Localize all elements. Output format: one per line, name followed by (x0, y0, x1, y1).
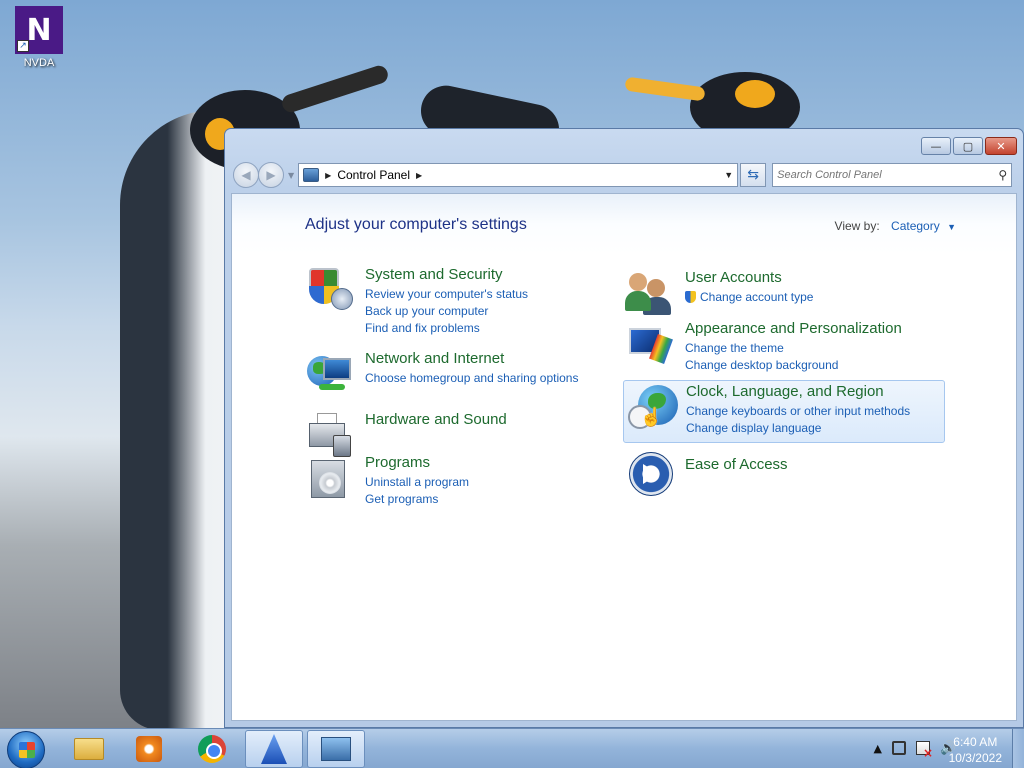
category-title[interactable]: Ease of Access (685, 456, 788, 473)
wallpaper-penguin-3-beak (624, 76, 706, 102)
action-center-icon[interactable] (916, 741, 933, 760)
chevron-right-icon[interactable]: ▶ (325, 171, 331, 180)
nvda-icon: N ↗ (15, 6, 63, 54)
globe-network-icon[interactable] (305, 350, 355, 400)
page-title: Adjust your computer's settings (305, 216, 527, 233)
link-change-display-language[interactable]: Change display language (686, 420, 910, 437)
start-button[interactable] (7, 731, 45, 768)
category-title[interactable]: System and Security (365, 266, 528, 283)
recent-pages-dropdown[interactable]: ▼ (288, 171, 294, 180)
desktop-shortcut-nvda[interactable]: N ↗ NVDA (12, 6, 66, 69)
hand-cursor-icon: ☝ (640, 407, 663, 427)
control-panel-content: Adjust your computer's settings View by:… (231, 193, 1017, 721)
monitor-brush-icon[interactable] (625, 320, 675, 370)
link-review-status[interactable]: Review your computer's status (365, 286, 528, 303)
taskbar-windows-explorer[interactable] (60, 730, 118, 768)
link-uninstall[interactable]: Uninstall a program (365, 474, 469, 491)
link-homegroup[interactable]: Choose homegroup and sharing options (365, 370, 578, 387)
chrome-icon (198, 735, 226, 763)
category-clock-language-region[interactable]: ☝ Clock, Language, and Region Change key… (623, 380, 945, 443)
clock-globe-icon[interactable]: ☝ (626, 383, 678, 433)
shortcut-arrow-icon: ↗ (17, 40, 29, 52)
nav-arrows: ◀ ▶ ▼ (233, 162, 298, 188)
show-hidden-icons-button[interactable]: ▲ (874, 742, 882, 755)
category-title[interactable]: Network and Internet (365, 350, 578, 367)
category-title[interactable]: Programs (365, 454, 469, 471)
taskbar-clock[interactable]: 6:40 AM 10/3/2022 (949, 734, 1002, 766)
minimize-button[interactable]: — (921, 137, 951, 155)
category-programs: Programs Uninstall a program Get program… (305, 454, 469, 508)
link-change-background[interactable]: Change desktop background (685, 357, 902, 374)
breadcrumb-control-panel[interactable]: Control Panel (337, 168, 410, 182)
control-panel-window: — ▢ ✕ ◀ ▶ ▼ ▶ Control Panel ▶ ▼ ⇆ ⚲ Adju… (224, 128, 1024, 728)
category-system-security: System and Security Review your computer… (305, 266, 528, 337)
taskbar-control-panel[interactable] (307, 730, 365, 768)
nvda-icon (261, 734, 287, 764)
category-network-internet: Network and Internet Choose homegroup an… (305, 350, 578, 400)
category-appearance: Appearance and Personalization Change th… (625, 320, 902, 374)
wallpaper-penguin-beak (279, 63, 391, 115)
system-tray: ▲ 🔊 (874, 741, 956, 760)
navigation-bar: ◀ ▶ ▼ ▶ Control Panel ▶ ▼ ⇆ ⚲ (233, 162, 1017, 188)
control-panel-icon (321, 737, 351, 761)
taskbar-nvda[interactable] (245, 730, 303, 768)
address-bar[interactable]: ▶ Control Panel ▶ ▼ (298, 163, 739, 187)
ease-of-access-icon[interactable] (625, 448, 675, 498)
link-change-account-type[interactable]: Change account type (685, 289, 813, 306)
dropdown-caret-icon[interactable]: ▼ (947, 222, 956, 232)
category-title[interactable]: Hardware and Sound (365, 411, 507, 428)
shield-icon[interactable] (305, 266, 355, 316)
wallpaper-penguin-3-patch (735, 80, 775, 108)
show-desktop-button[interactable] (1012, 729, 1024, 768)
link-find-fix[interactable]: Find and fix problems (365, 320, 528, 337)
window-controls: — ▢ ✕ (921, 137, 1017, 155)
media-player-icon (136, 736, 162, 762)
category-user-accounts: User Accounts Change account type (625, 269, 813, 319)
category-title[interactable]: User Accounts (685, 269, 813, 286)
link-change-keyboards[interactable]: Change keyboards or other input methods (686, 403, 910, 420)
close-button[interactable]: ✕ (985, 137, 1017, 155)
category-ease-of-access: Ease of Access (625, 448, 788, 498)
windows-explorer-icon (74, 738, 104, 760)
category-title[interactable]: Appearance and Personalization (685, 320, 902, 337)
refresh-button[interactable]: ⇆ (740, 163, 767, 187)
search-icon[interactable]: ⚲ (998, 168, 1007, 182)
maximize-button[interactable]: ▢ (953, 137, 983, 155)
back-button[interactable]: ◀ (233, 162, 259, 188)
network-icon[interactable] (892, 741, 906, 755)
taskbar: ▲ 🔊 6:40 AM 10/3/2022 (0, 728, 1024, 768)
search-input[interactable] (777, 169, 978, 181)
link-get-programs[interactable]: Get programs (365, 491, 469, 508)
windows-logo-icon (19, 742, 35, 758)
view-by-dropdown[interactable]: Category (891, 219, 940, 233)
view-by: View by: Category ▼ (835, 219, 956, 233)
chevron-right-icon[interactable]: ▶ (416, 171, 422, 180)
taskbar-media-player[interactable] (120, 730, 178, 768)
forward-button[interactable]: ▶ (258, 162, 284, 188)
link-change-theme[interactable]: Change the theme (685, 340, 902, 357)
link-backup[interactable]: Back up your computer (365, 303, 528, 320)
taskbar-chrome[interactable] (183, 730, 241, 768)
clock-time: 6:40 AM (953, 735, 998, 749)
desktop-shortcut-label: NVDA (23, 57, 55, 69)
view-by-label: View by: (834, 219, 880, 233)
clock-date: 10/3/2022 (948, 751, 1002, 765)
search-box[interactable]: ⚲ (772, 163, 1013, 187)
control-panel-icon (303, 168, 320, 182)
address-dropdown-icon[interactable]: ▼ (724, 170, 733, 180)
programs-icon[interactable] (305, 454, 355, 504)
category-title[interactable]: Clock, Language, and Region (686, 383, 910, 400)
users-icon[interactable] (625, 269, 675, 319)
